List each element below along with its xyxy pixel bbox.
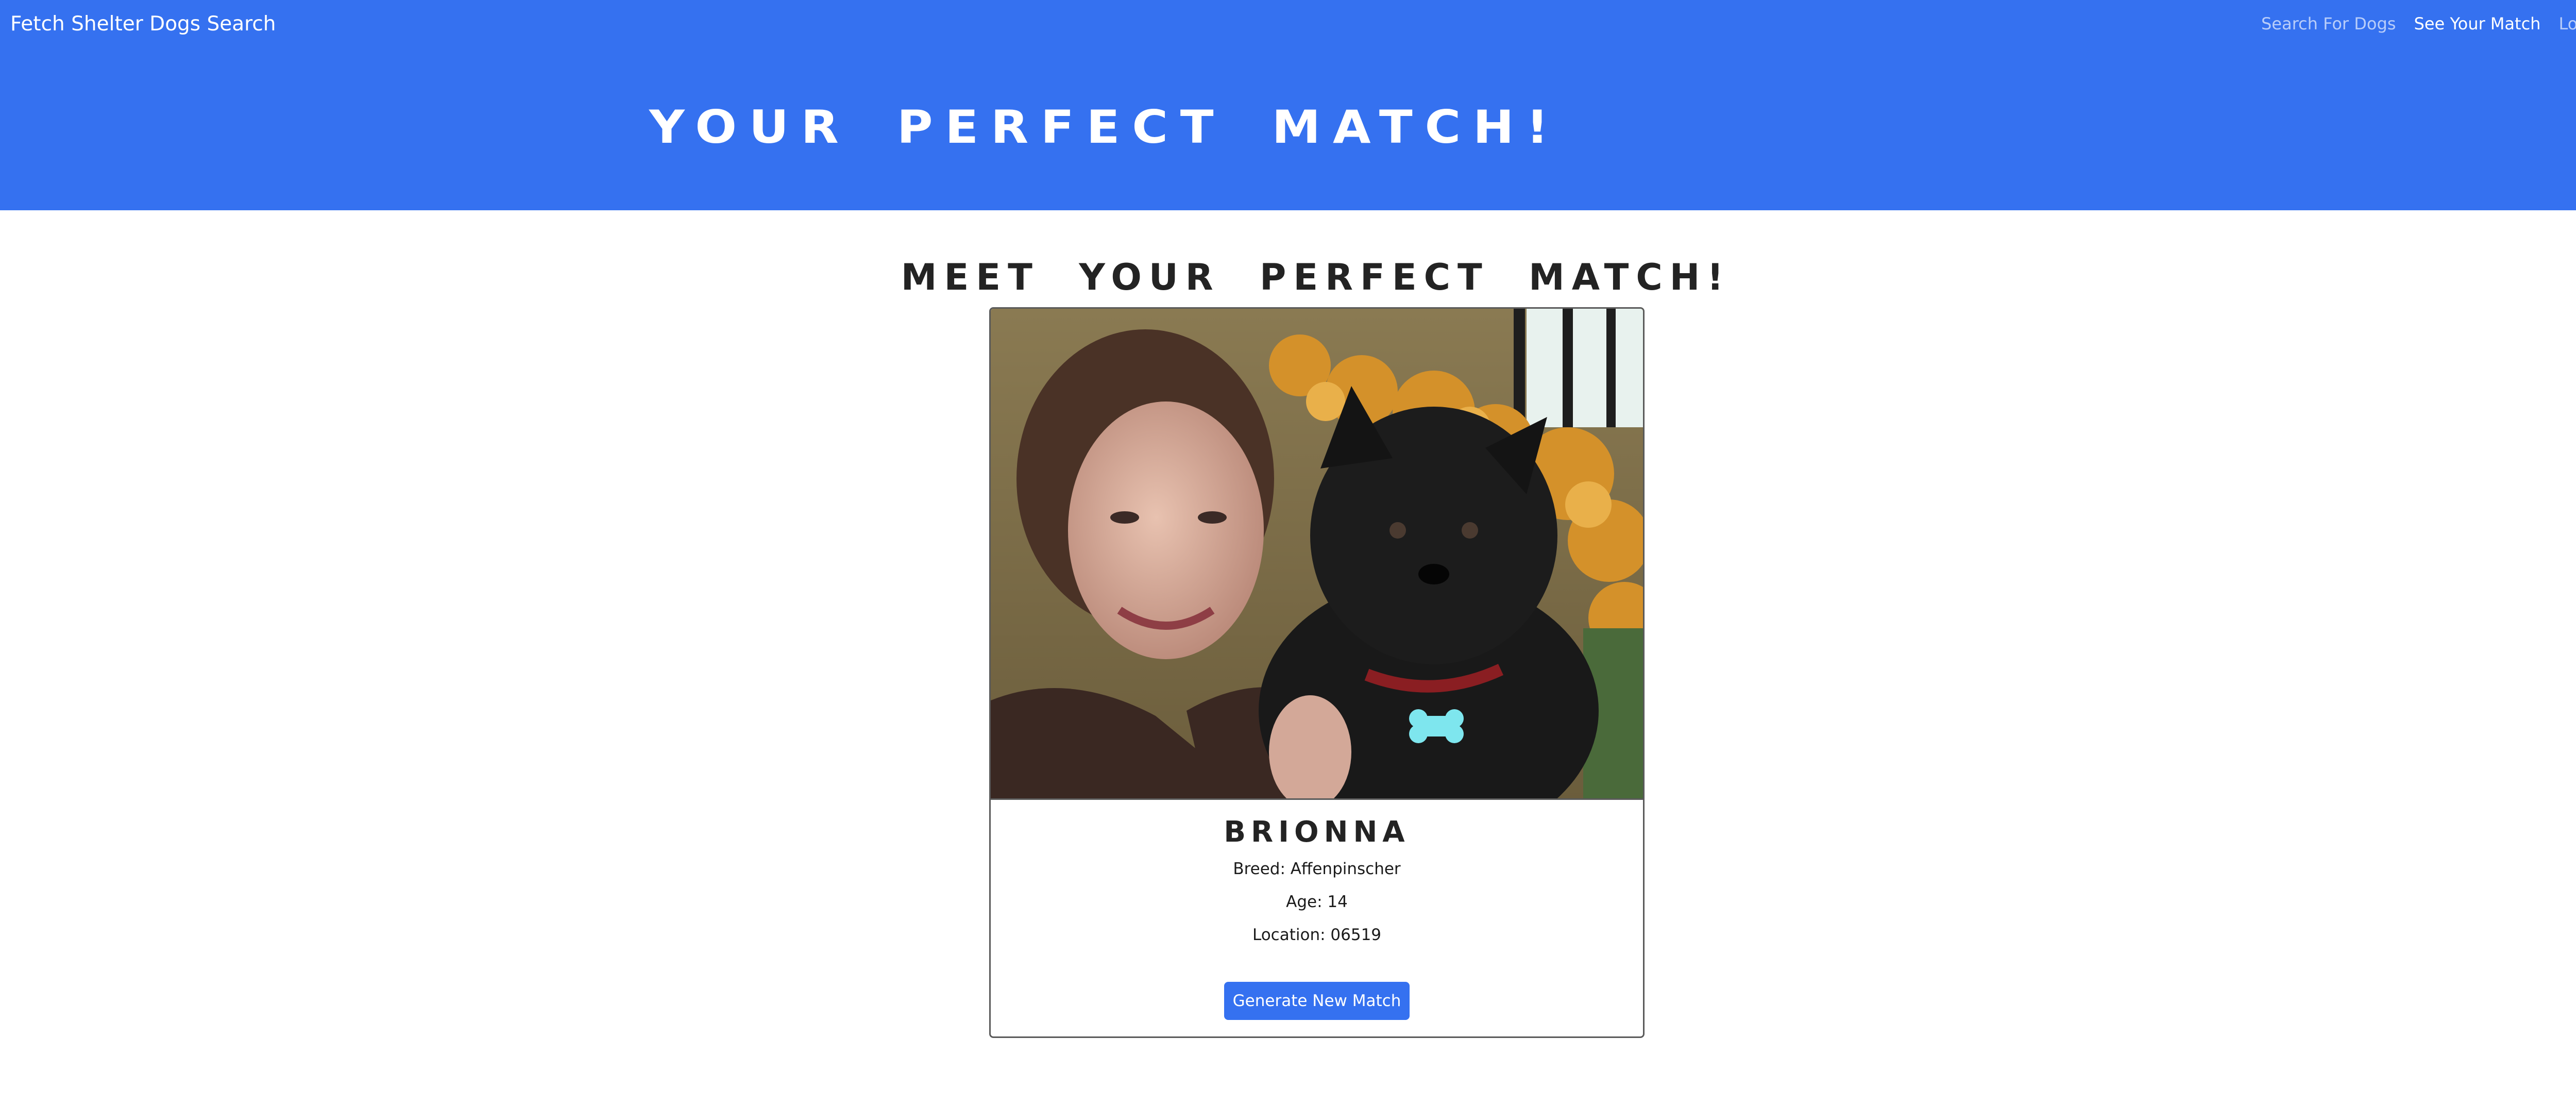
hero-title: YOUR PERFECT MATCH! xyxy=(649,101,1561,154)
dog-age: Age: 14 xyxy=(1286,893,1348,911)
dog-name: BRIONNA xyxy=(1224,815,1410,849)
generate-new-match-button[interactable]: Generate New Match xyxy=(1224,982,1410,1020)
nav-links: Search For Dogs See Your Match Logout xyxy=(2261,12,2576,35)
nav-link-see-your-match[interactable]: See Your Match xyxy=(2414,12,2540,35)
dog-location: Location: 06519 xyxy=(1252,926,1382,944)
hero-banner: YOUR PERFECT MATCH! xyxy=(0,48,2576,210)
navbar: Fetch Shelter Dogs Search Search For Dog… xyxy=(0,0,2576,48)
dog-photo xyxy=(991,309,1643,800)
nav-link-logout[interactable]: Logout xyxy=(2558,12,2576,35)
nav-link-search-for-dogs[interactable]: Search For Dogs xyxy=(2261,12,2396,35)
brand-link[interactable]: Fetch Shelter Dogs Search xyxy=(10,10,276,38)
page-title: MEET YOUR PERFECT MATCH! xyxy=(901,256,1731,298)
dog-breed: Breed: Affenpinscher xyxy=(1233,860,1401,878)
